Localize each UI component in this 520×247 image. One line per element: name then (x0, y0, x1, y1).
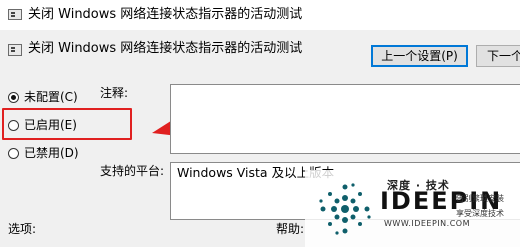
policy-window-icon (8, 9, 22, 20)
comment-input[interactable] (170, 84, 520, 154)
radio-label: 未配置(C) (24, 90, 78, 104)
radio-not-configured[interactable]: 未配置(C) (8, 89, 78, 105)
previous-setting-button[interactable]: 上一个设置(P) (371, 45, 468, 67)
watermark-tagline: 享受深度技术 (456, 209, 504, 218)
radio-label: 已禁用(D) (24, 146, 79, 160)
policy-setting-icon (8, 44, 22, 56)
comment-label: 注释: (100, 86, 129, 100)
setting-name: 关闭 Windows 网络连接状态指示器的活动测试 (28, 41, 303, 56)
next-setting-button[interactable]: 下一个 (476, 45, 520, 67)
options-label: 选项: (8, 222, 37, 236)
radio-unchecked-icon[interactable] (8, 148, 19, 159)
radio-checked-icon[interactable] (8, 92, 19, 103)
watermark-tagline: 告别繁琐安装 (456, 194, 504, 203)
watermark-url: WWW.IDEEPIN.COM (384, 219, 470, 228)
window-title: 关闭 Windows 网络连接状态指示器的活动测试 (28, 7, 303, 22)
platform-label: 支持的平台: (100, 164, 165, 178)
highlight-box (2, 108, 132, 140)
help-label: 帮助: (276, 222, 305, 236)
radio-disabled[interactable]: 已禁用(D) (8, 145, 79, 161)
ideepin-logo-icon (319, 183, 371, 235)
